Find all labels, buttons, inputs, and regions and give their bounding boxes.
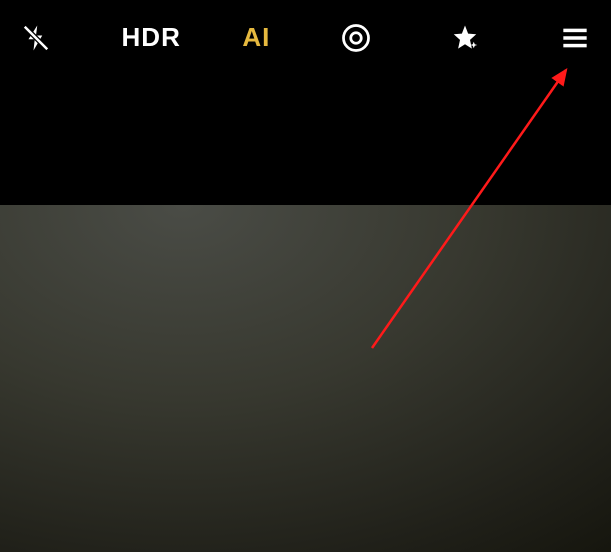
magic-star-icon	[450, 23, 480, 53]
hdr-toggle[interactable]: HDR	[122, 14, 181, 62]
ai-toggle[interactable]: AI	[242, 14, 270, 62]
ai-label: AI	[242, 22, 270, 53]
motion-photo-icon	[341, 23, 371, 53]
flash-toggle[interactable]	[12, 14, 60, 62]
motion-photo-toggle[interactable]	[332, 14, 380, 62]
hdr-label: HDR	[122, 22, 181, 53]
camera-viewfinder[interactable]	[0, 205, 611, 552]
effects-button[interactable]	[441, 14, 489, 62]
hamburger-menu-icon	[561, 24, 589, 52]
camera-top-toolbar: HDR AI	[0, 0, 611, 75]
menu-button[interactable]	[551, 14, 599, 62]
flash-off-icon	[21, 23, 51, 53]
